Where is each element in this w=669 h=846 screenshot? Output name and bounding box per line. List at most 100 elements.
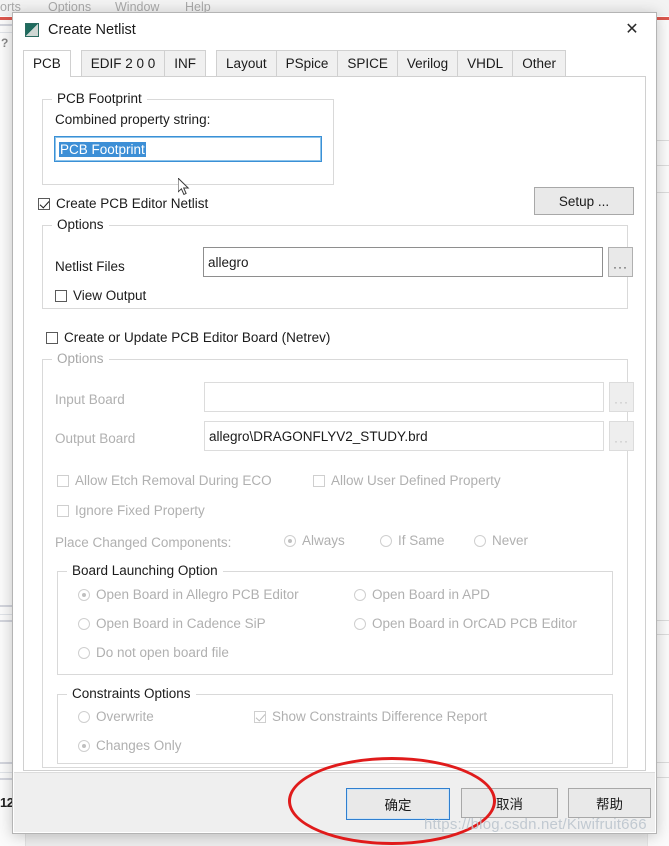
ellipsis-icon: ··· — [614, 395, 629, 409]
tab-vhdl[interactable]: VHDL — [457, 50, 514, 76]
combined-property-string-label: Combined property string: — [55, 112, 211, 127]
checkbox-icon — [57, 504, 69, 517]
place-changed-always-label: Always — [302, 533, 345, 548]
help-button[interactable]: 帮助 — [568, 788, 651, 818]
radio-icon — [78, 646, 90, 659]
constraints-overwrite-radio[interactable]: Overwrite — [78, 709, 154, 724]
constraints-options-legend: Constraints Options — [67, 686, 196, 701]
combined-property-string-input[interactable]: PCB Footprint — [54, 136, 322, 162]
ok-button-label: 确定 — [384, 798, 412, 813]
tab-label: SPICE — [347, 56, 388, 71]
radio-icon — [284, 534, 296, 547]
netlist-files-value: allegro — [208, 254, 249, 270]
netlist-options-legend: Options — [52, 217, 109, 232]
tab-spice[interactable]: SPICE — [337, 50, 398, 76]
output-board-label: Output Board — [55, 431, 136, 446]
input-board-label: Input Board — [55, 392, 125, 407]
tab-inf[interactable]: INF — [164, 50, 207, 76]
open-board-allegro-radio[interactable]: Open Board in Allegro PCB Editor — [78, 587, 299, 602]
checkbox-icon — [57, 474, 69, 487]
watermark-text: https://blog.csdn.net/Kiwifruit666 — [424, 816, 647, 833]
place-changed-if-same-radio[interactable]: If Same — [380, 533, 445, 548]
radio-icon — [474, 534, 486, 547]
open-board-apd-label: Open Board in APD — [372, 587, 490, 602]
netrev-options-group: Options Input Board ··· Output Board all… — [42, 351, 634, 768]
setup-button[interactable]: Setup ... — [534, 187, 634, 215]
allow-user-defined-property-label: Allow User Defined Property — [331, 473, 501, 488]
tab-pcb[interactable]: PCB — [23, 50, 71, 77]
screen: orts Options Window Help ? 12 Create Net… — [0, 0, 669, 846]
tab-label: Layout — [226, 56, 267, 71]
help-button-label: 帮助 — [596, 797, 623, 812]
netlist-app-icon — [25, 23, 39, 37]
ignore-fixed-property-checkbox[interactable]: Ignore Fixed Property — [57, 503, 205, 518]
open-board-cadence-sip-radio[interactable]: Open Board in Cadence SiP — [78, 616, 266, 631]
tab-edif200[interactable]: EDIF 2 0 0 — [80, 50, 166, 76]
place-changed-components-label: Place Changed Components: — [55, 535, 232, 550]
tab-page-pcb: PCB Footprint Combined property string: … — [23, 77, 646, 771]
do-not-open-board-radio[interactable]: Do not open board file — [78, 645, 229, 660]
place-changed-never-label: Never — [492, 533, 529, 548]
view-output-label: View Output — [73, 288, 147, 303]
dialog-title-bar: Create Netlist ✕ — [13, 13, 656, 47]
show-constraints-difference-report-checkbox[interactable]: Show Constraints Difference Report — [254, 709, 487, 724]
tab-pspice[interactable]: PSpice — [275, 50, 339, 76]
output-board-browse-button[interactable]: ··· — [609, 421, 634, 451]
allow-user-defined-property-checkbox[interactable]: Allow User Defined Property — [313, 473, 501, 488]
constraints-overwrite-label: Overwrite — [96, 709, 154, 724]
constraints-changes-only-label: Changes Only — [96, 738, 182, 753]
tab-label: PSpice — [285, 56, 329, 71]
view-output-checkbox[interactable]: View Output — [55, 288, 146, 303]
open-board-orcad-label: Open Board in OrCAD PCB Editor — [372, 616, 577, 631]
netlist-files-browse-button[interactable]: ··· — [608, 247, 633, 277]
checkbox-icon — [38, 197, 50, 210]
tab-verilog[interactable]: Verilog — [396, 50, 459, 76]
radio-icon — [354, 588, 366, 601]
tab-label: Other — [522, 56, 556, 71]
input-board-input[interactable] — [204, 382, 604, 412]
create-update-pcb-board-label: Create or Update PCB Editor Board (Netre… — [64, 330, 331, 345]
radio-icon — [78, 710, 90, 723]
radio-icon — [380, 534, 392, 547]
open-board-cadence-sip-label: Open Board in Cadence SiP — [96, 616, 266, 631]
input-board-browse-button[interactable]: ··· — [609, 382, 634, 412]
close-icon[interactable]: ✕ — [618, 19, 646, 41]
ignore-fixed-property-label: Ignore Fixed Property — [75, 503, 205, 518]
allow-etch-removal-checkbox[interactable]: Allow Etch Removal During ECO — [57, 473, 272, 488]
board-launching-option-legend: Board Launching Option — [67, 563, 223, 578]
output-board-value: allegro\DRAGONFLYV2_STUDY.brd — [209, 428, 428, 444]
tab-other[interactable]: Other — [512, 50, 566, 76]
create-pcb-editor-netlist-checkbox[interactable]: Create PCB Editor Netlist — [38, 196, 208, 211]
cancel-button[interactable]: 取消 — [461, 788, 558, 818]
place-changed-always-radio[interactable]: Always — [284, 533, 345, 548]
cancel-button-label: 取消 — [496, 797, 523, 812]
tab-layout[interactable]: Layout — [216, 50, 277, 76]
open-board-orcad-radio[interactable]: Open Board in OrCAD PCB Editor — [354, 616, 577, 631]
setup-button-label: Setup ... — [558, 193, 610, 209]
tab-label: PCB — [33, 56, 61, 71]
open-board-allegro-label: Open Board in Allegro PCB Editor — [96, 587, 299, 602]
checkbox-icon — [313, 474, 325, 487]
radio-icon — [78, 588, 90, 601]
netrev-options-legend: Options — [52, 351, 109, 366]
pcb-footprint-legend: PCB Footprint — [52, 91, 147, 106]
output-board-input[interactable]: allegro\DRAGONFLYV2_STUDY.brd — [204, 421, 604, 451]
checkbox-icon — [46, 331, 58, 344]
allow-etch-removal-label: Allow Etch Removal During ECO — [75, 473, 272, 488]
open-board-apd-radio[interactable]: Open Board in APD — [354, 587, 490, 602]
create-update-pcb-board-checkbox[interactable]: Create or Update PCB Editor Board (Netre… — [46, 330, 330, 345]
place-changed-never-radio[interactable]: Never — [474, 533, 528, 548]
ellipsis-icon: ··· — [614, 434, 629, 448]
show-constraints-difference-report-label: Show Constraints Difference Report — [272, 709, 488, 724]
background-help-glyph: ? — [1, 36, 9, 50]
netlist-files-input[interactable]: allegro — [203, 247, 603, 277]
tab-bar: PCB EDIF 2 0 0 INF Layout PSpice SPICE V… — [23, 50, 646, 77]
tab-label: INF — [174, 56, 197, 71]
checkbox-icon — [55, 289, 67, 302]
board-launching-option-group: Board Launching Option Open Board in All… — [57, 563, 613, 675]
constraints-changes-only-radio[interactable]: Changes Only — [78, 738, 182, 753]
constraints-options-group: Constraints Options Overwrite Changes On… — [57, 686, 613, 764]
do-not-open-board-label: Do not open board file — [96, 645, 229, 660]
dialog-title: Create Netlist — [48, 22, 136, 38]
radio-icon — [354, 617, 366, 630]
